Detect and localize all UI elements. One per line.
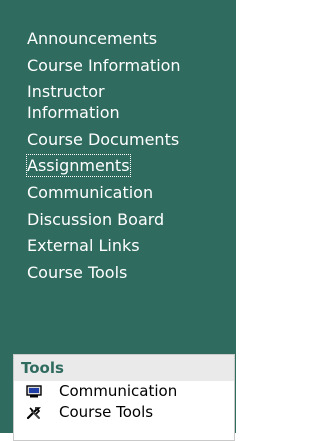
tools-item-label: Communication [59, 382, 178, 400]
course-menu-panel: Announcements Course Information Instruc… [0, 0, 236, 441]
menu-item-label: Announcements [27, 29, 158, 48]
course-menu-list: Announcements Course Information Instruc… [26, 28, 232, 288]
menu-item-label: Communication [27, 182, 154, 202]
menu-item-label: Assignments [26, 154, 131, 178]
menu-item-label: Discussion Board [27, 209, 165, 229]
menu-item-external-links[interactable]: External Links [27, 235, 232, 256]
monitor-icon [26, 385, 42, 398]
menu-item-communication[interactable]: Communication [27, 182, 232, 203]
menu-item-course-tools[interactable]: Course Tools [27, 262, 232, 283]
menu-item-announcements[interactable]: Announcements [27, 28, 232, 49]
menu-item-label: Instructor Information [27, 82, 120, 123]
menu-item-course-information[interactable]: Course Information [27, 55, 232, 76]
menu-item-assignments[interactable]: Assignments [26, 154, 232, 178]
tools-box: Tools Communication Course Tools [13, 354, 235, 441]
menu-item-label: Course Information [27, 55, 181, 75]
tools-title: Tools [14, 355, 234, 381]
menu-item-label: Course Documents [27, 129, 180, 149]
menu-item-label: Course Tools [27, 262, 128, 282]
menu-item-instructor-information[interactable]: Instructor Information [27, 81, 177, 123]
menu-item-label: External Links [27, 236, 140, 256]
tools-icon [26, 407, 41, 420]
menu-item-course-documents[interactable]: Course Documents [27, 129, 232, 150]
menu-item-discussion-board[interactable]: Discussion Board [27, 209, 232, 230]
tools-item-label: Course Tools [59, 403, 154, 421]
tools-item-course-tools[interactable]: Course Tools [14, 402, 234, 423]
tools-item-communication[interactable]: Communication [14, 381, 234, 402]
